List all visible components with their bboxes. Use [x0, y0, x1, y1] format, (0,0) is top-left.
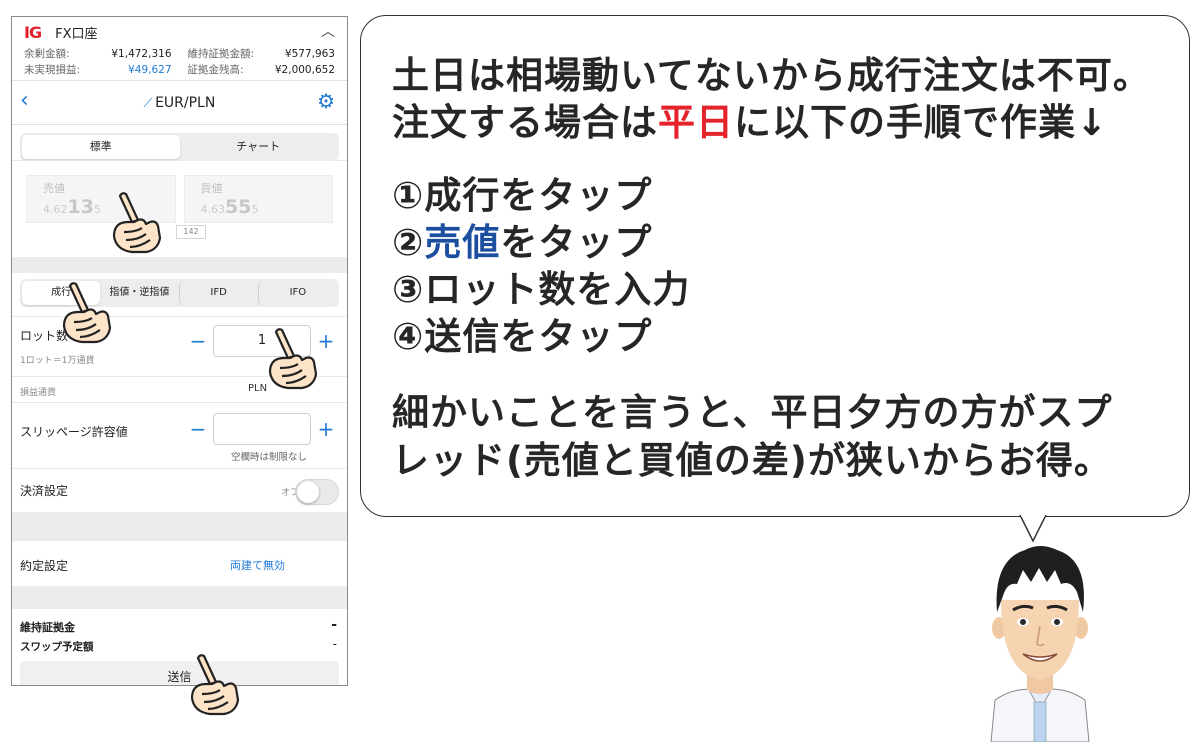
plus-icon[interactable]: + [313, 417, 339, 441]
bubble-highlight-weekday: 平日 [658, 101, 734, 144]
account-row-label: 余剰金額: [24, 48, 70, 60]
sell-price-tail: 5 [93, 203, 101, 216]
account-row: 余剰金額: ¥1,472,316 [24, 46, 172, 62]
account-row: 証拠金残高: ¥2,000,652 [188, 62, 336, 78]
margin-label: 維持証拠金 [20, 621, 75, 634]
slippage-stepper: − + [185, 413, 339, 445]
swap-value: - [332, 637, 337, 651]
pointing-hand-icon [268, 328, 318, 390]
account-row-value: ¥577,963 [284, 48, 335, 60]
sell-price-small: 4.62 [43, 203, 68, 216]
view-tabs-section: 標準 チャート [12, 125, 347, 161]
tab-chart[interactable]: チャート [180, 135, 338, 159]
bubble-line-2: 注文する場合は平日に以下の手順で作業↓ [392, 99, 1108, 146]
bubble-line-2-pre: 注文する場合は [392, 101, 658, 144]
buy-label: 買値 [200, 182, 223, 195]
view-tabs: 標準 チャート [20, 133, 339, 161]
pointing-hand-icon [62, 282, 112, 344]
slippage-input[interactable] [213, 413, 311, 445]
bubble-step-2: ②売値をタップ [392, 219, 652, 266]
section-divider [12, 587, 347, 609]
margin-row: 維持証拠金 - [12, 617, 347, 637]
buy-price-big: 55 [225, 196, 252, 218]
tab-ifd[interactable]: IFD [178, 281, 258, 305]
slippage-row: スリッページ許容値 − + 空欄時は制限なし [12, 403, 347, 469]
pointing-hand-icon [190, 654, 240, 716]
margin-value: - [331, 617, 337, 633]
swap-row: スワップ予定額 - [12, 637, 347, 655]
execution-setting-link[interactable]: 両建て無効 [230, 557, 285, 573]
gear-icon[interactable]: ⚙ [317, 91, 335, 111]
bubble-step-2-post: をタップ [500, 221, 653, 264]
settlement-label: 決済設定 [20, 484, 69, 498]
nav-bar: ‹ ⟋ EUR/PLN ⚙ [12, 81, 347, 125]
account-row-value: ¥1,472,316 [111, 48, 172, 60]
slippage-label: スリッページ許容値 [20, 425, 128, 439]
tab-standard[interactable]: 標準 [22, 135, 180, 159]
spread-badge: 142 [176, 225, 206, 239]
tab-ifo[interactable]: IFO [257, 281, 337, 305]
back-chevron-icon[interactable]: ‹ [20, 90, 29, 112]
account-name: FX口座 [55, 26, 98, 42]
minus-icon[interactable]: − [185, 417, 211, 441]
bubble-step-1: ①成行をタップ [392, 174, 653, 217]
pencil-icon: ⟋ [143, 95, 153, 110]
pnl-currency-label: 損益通貨 [20, 388, 57, 398]
lot-sub-label: 1ロット＝1万通貨 [20, 356, 95, 366]
execution-row: 約定設定 両建て無効 [12, 541, 347, 587]
toggle-knob [297, 481, 319, 503]
instrument-pair: EUR/PLN [155, 94, 216, 111]
price-panel: 売値 4.62135 買値 4.63555 142 [12, 161, 347, 257]
bubble-line-2-post: に以下の手順で作業↓ [734, 101, 1109, 144]
bubble-note-2: レッド(売値と買値の差)が狭いからお得。 [392, 439, 1112, 482]
ig-logo: IG [24, 22, 42, 42]
account-row: 未実現損益: ¥49,627 [24, 62, 172, 78]
section-divider [12, 513, 347, 541]
bubble-line-1: 土日は相場動いてないから成行注文は不可。 [392, 54, 1151, 97]
settlement-row: 決済設定 オフ [12, 469, 347, 513]
buy-price-tail: 5 [251, 203, 259, 216]
account-row-label: 維持証拠金額: [187, 48, 255, 60]
settlement-toggle[interactable] [295, 479, 339, 505]
minus-icon[interactable]: − [185, 329, 211, 353]
instrument-title[interactable]: ⟋ EUR/PLN [144, 95, 216, 111]
account-summary: IG FX口座 ︿ 余剰金額: ¥1,472,316 維持証拠金額: ¥577,… [12, 17, 347, 81]
swap-label: スワップ予定額 [20, 641, 94, 653]
execution-label: 約定設定 [20, 559, 69, 573]
slippage-note: 空欄時は制限なし [230, 452, 307, 463]
account-row-value: ¥2,000,652 [274, 64, 335, 76]
buy-price: 4.63555 [201, 196, 317, 218]
account-row-value: ¥49,627 [128, 64, 172, 76]
submit-button[interactable]: 送信 [20, 661, 339, 685]
pointing-hand-icon [112, 192, 162, 254]
account-row-label: 未実現損益: [24, 64, 81, 76]
bubble-highlight-sell: 売値 [424, 221, 501, 264]
speech-bubble-tail [1019, 515, 1047, 543]
account-row: 維持証拠金額: ¥577,963 [188, 46, 336, 62]
buy-price-button[interactable]: 買値 4.63555 [183, 175, 333, 223]
bubble-step-4: ④送信をタップ [392, 315, 653, 358]
bubble-step-3: ③ロット数を入力 [392, 268, 691, 311]
account-row-label: 証拠金残高: [187, 64, 244, 76]
sell-price-big: 13 [67, 196, 94, 218]
section-divider [12, 257, 347, 273]
chevron-up-icon[interactable]: ︿ [321, 21, 335, 41]
buy-price-small: 4.63 [200, 203, 226, 216]
avatar [990, 546, 1090, 742]
bubble-note-1: 細かいことを言うと、平日夕方の方がスプ [392, 391, 1113, 434]
bubble-step-2-num: ② [392, 221, 425, 264]
